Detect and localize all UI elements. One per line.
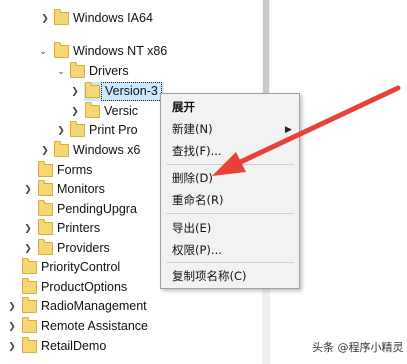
expand-arrow-icon[interactable]: ❯	[40, 9, 50, 28]
menu-item-delete[interactable]: 删除(D)	[172, 168, 213, 188]
tree-node-label: Forms	[57, 163, 93, 177]
folder-icon	[70, 121, 85, 137]
expand-arrow-icon[interactable]: ❯	[40, 141, 50, 160]
menu-item-copy-key-name[interactable]: 复制项名称(C)	[172, 266, 247, 286]
folder-icon	[38, 180, 53, 196]
expand-arrow-icon[interactable]: ❯	[70, 82, 80, 101]
menu-item-find[interactable]: 查找(F)...	[172, 141, 222, 161]
tree-node-label: Windows IA64	[73, 11, 153, 25]
expand-arrow-icon[interactable]: ❯	[23, 239, 33, 258]
menu-separator	[166, 262, 294, 263]
tree-node-label: PriorityControl	[41, 260, 121, 274]
expand-arrow-icon[interactable]: ❯	[56, 121, 66, 140]
watermark-text: 头条 @程序小精灵	[312, 341, 404, 354]
menu-item-export[interactable]: 导出(E)	[172, 218, 211, 238]
folder-open-icon	[70, 62, 85, 78]
menu-item-expand[interactable]: 展开	[172, 97, 195, 117]
tree-node-label: Versic	[104, 104, 139, 118]
folder-icon	[85, 102, 100, 118]
folder-icon	[54, 141, 69, 157]
folder-icon	[85, 82, 100, 98]
folder-icon	[22, 278, 37, 294]
menu-item-rename[interactable]: 重命名(R)	[172, 190, 223, 210]
tree-node-label: Remote Assistance	[41, 319, 148, 333]
menu-separator	[166, 164, 294, 165]
expand-arrow-icon[interactable]: ❯	[7, 337, 17, 356]
collapse-arrow-icon[interactable]: ⌄	[56, 62, 66, 81]
folder-icon	[54, 9, 69, 25]
context-menu: 展开 新建(N) ▶ 查找(F)... 删除(D) 重命名(R) 导出(E) 权…	[160, 93, 300, 289]
expand-arrow-icon[interactable]: ❯	[70, 102, 80, 121]
folder-icon	[22, 258, 37, 274]
tree-node-label: Print Pro	[89, 123, 138, 137]
folder-open-icon	[54, 42, 69, 58]
folder-icon	[38, 239, 53, 255]
tree-node-label: RadioManagement	[41, 299, 147, 313]
folder-icon	[38, 161, 53, 177]
menu-separator	[166, 213, 294, 214]
menu-item-permissions[interactable]: 权限(P)...	[172, 240, 222, 260]
submenu-arrow-icon: ▶	[285, 124, 292, 134]
tree-node-label: Drivers	[89, 64, 129, 78]
tree-node-label: Version-3	[101, 82, 162, 101]
collapse-arrow-icon[interactable]: ⌄	[38, 42, 48, 61]
expand-arrow-icon[interactable]: ❯	[23, 180, 33, 199]
expand-arrow-icon[interactable]: ❯	[7, 317, 17, 336]
expand-arrow-icon[interactable]: ❯	[23, 219, 33, 238]
menu-item-new[interactable]: 新建(N)	[172, 119, 213, 139]
folder-icon	[22, 317, 37, 333]
tree-node-label: Printers	[57, 221, 101, 235]
tree-node-label: Windows x6	[73, 143, 141, 157]
tree-node-label: Providers	[57, 241, 110, 255]
folder-icon	[38, 219, 53, 235]
tree-node-label: ProductOptions	[41, 280, 128, 294]
folder-icon	[22, 297, 37, 313]
expand-arrow-icon[interactable]: ❯	[7, 297, 17, 316]
tree-node-label: Windows NT x86	[73, 44, 168, 58]
folder-icon	[22, 337, 37, 353]
tree-node-label: PendingUpgra	[57, 202, 137, 216]
tree-node-label: Monitors	[57, 182, 105, 196]
folder-icon	[38, 200, 53, 216]
tree-node-label: RetailDemo	[41, 339, 107, 353]
